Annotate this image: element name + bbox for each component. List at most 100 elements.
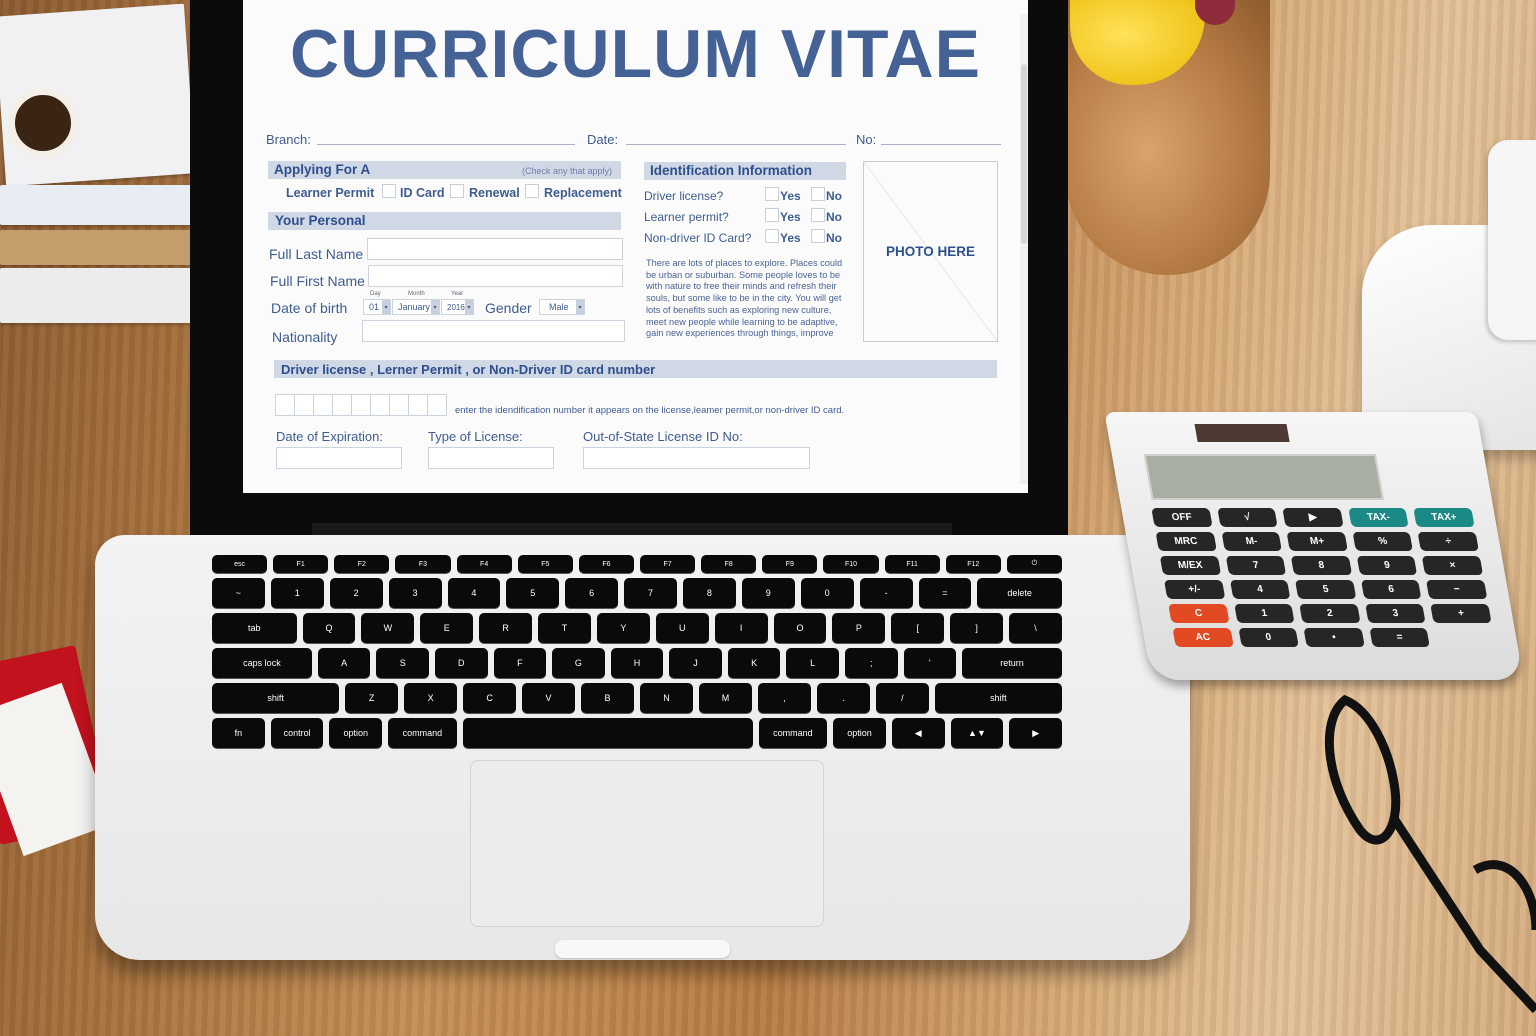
key-esc[interactable]: esc [212,555,268,573]
id-digit-box[interactable] [389,394,409,416]
key-t[interactable]: T [538,613,591,643]
driver-license-no-checkbox[interactable] [811,187,825,201]
key--[interactable]: ; [844,648,898,678]
id-digit-box[interactable] [408,394,428,416]
key-b[interactable]: B [581,683,634,713]
key-3[interactable]: 3 [388,578,442,608]
non-driver-id-yes-checkbox[interactable] [765,229,779,243]
key-f1[interactable]: F1 [273,555,329,573]
key-x[interactable]: X [404,683,458,713]
key-return[interactable]: return [962,648,1062,678]
key--[interactable]: ▶ [1009,718,1063,748]
branch-input[interactable] [317,144,575,145]
key-9[interactable]: 9 [741,578,795,608]
option-replacement-checkbox[interactable] [525,184,539,198]
key-d[interactable]: D [435,648,488,678]
key-e[interactable]: E [420,613,474,643]
full-last-name-input[interactable] [367,238,623,260]
key--[interactable]: ~ [212,578,265,608]
calc-key--[interactable]: % [1352,532,1414,551]
calc-key-ac[interactable]: AC [1172,628,1234,647]
key--[interactable]: ' [903,648,957,678]
id-number-boxes[interactable] [275,394,447,416]
key-command[interactable]: command [758,718,828,748]
learner-permit-yes-checkbox[interactable] [765,208,779,222]
key-fn[interactable]: fn [212,718,265,748]
id-digit-box[interactable] [427,394,447,416]
key--[interactable]: = [918,578,972,608]
calc-key--[interactable]: √ [1216,508,1278,527]
key-z[interactable]: Z [345,683,399,713]
key-shift[interactable]: shift [212,683,340,713]
driver-license-yes-checkbox[interactable] [765,187,779,201]
calc-key-7[interactable]: 7 [1225,556,1287,575]
key-u[interactable]: U [655,613,709,643]
calc-key-9[interactable]: 9 [1356,556,1418,575]
option-id-card-checkbox[interactable] [450,184,464,198]
key--[interactable]: ⏻ [1006,555,1062,573]
key-f3[interactable]: F3 [395,555,451,573]
key-tab[interactable]: tab [212,613,297,643]
calc-key--[interactable]: + [1430,604,1492,623]
calc-key-2[interactable]: 2 [1299,604,1361,623]
key-f8[interactable]: F8 [701,555,757,573]
key-0[interactable]: 0 [800,578,854,608]
calc-key-mrc[interactable]: MRC [1155,532,1217,551]
key-4[interactable]: 4 [447,578,501,608]
key-k[interactable]: K [727,648,781,678]
key-delete[interactable]: delete [977,578,1062,608]
key-5[interactable]: 5 [506,578,560,608]
no-input[interactable] [881,144,1001,145]
key-i[interactable]: I [714,613,768,643]
calc-key-8[interactable]: 8 [1290,556,1352,575]
month-select[interactable]: January ▾ [392,299,440,315]
key-m[interactable]: M [698,683,752,713]
key-c[interactable]: C [463,683,517,713]
calc-key--[interactable]: × [1422,556,1484,575]
calc-key-m-ex[interactable]: M/EX [1159,556,1221,575]
key-control[interactable]: control [270,718,324,748]
key--[interactable]: / [875,683,929,713]
key-2[interactable]: 2 [329,578,383,608]
key--[interactable]: ] [950,613,1004,643]
key-caps-lock[interactable]: caps lock [212,648,312,678]
calc-key-c[interactable]: C [1168,604,1230,623]
calc-key-3[interactable]: 3 [1365,604,1426,623]
calc-key--[interactable]: +/- [1163,580,1225,599]
calc-key-off[interactable]: OFF [1151,508,1213,527]
gender-select[interactable]: Male ▾ [539,299,585,315]
key-w[interactable]: W [361,613,415,643]
option-learner-permit-checkbox[interactable] [382,184,396,198]
key-v[interactable]: V [522,683,576,713]
key-option[interactable]: option [329,718,383,748]
key-1[interactable]: 1 [270,578,324,608]
calc-key-5[interactable]: 5 [1295,580,1357,599]
key-j[interactable]: J [669,648,722,678]
calc-key-tax-[interactable]: TAX+ [1413,508,1475,527]
calc-key-m-[interactable]: M+ [1286,532,1348,551]
key--[interactable]: . [816,683,870,713]
key-s[interactable]: S [376,648,429,678]
key-l[interactable]: L [786,648,839,678]
scrollbar-track[interactable] [1020,14,1028,484]
calc-key--[interactable]: − [1426,580,1488,599]
key-f5[interactable]: F5 [517,555,573,573]
date-input[interactable] [626,144,846,145]
key-o[interactable]: O [773,613,827,643]
key-a[interactable]: A [317,648,371,678]
calc-key-tax-[interactable]: TAX- [1348,508,1410,527]
key-f2[interactable]: F2 [334,555,390,573]
key-shift[interactable]: shift [934,683,1062,713]
calc-key-6[interactable]: 6 [1360,580,1422,599]
key-f7[interactable]: F7 [639,555,696,573]
calc-key--[interactable]: ÷ [1417,532,1479,551]
calc-key--[interactable]: ▶ [1282,508,1344,527]
key--[interactable]: - [859,578,913,608]
key-h[interactable]: H [610,648,664,678]
id-digit-box[interactable] [351,394,371,416]
calc-key-m-[interactable]: M- [1221,532,1283,551]
key-f[interactable]: F [493,648,547,678]
key-f12[interactable]: F12 [945,555,1001,573]
key-f6[interactable]: F6 [578,555,634,573]
calc-key-0[interactable]: 0 [1238,628,1299,647]
